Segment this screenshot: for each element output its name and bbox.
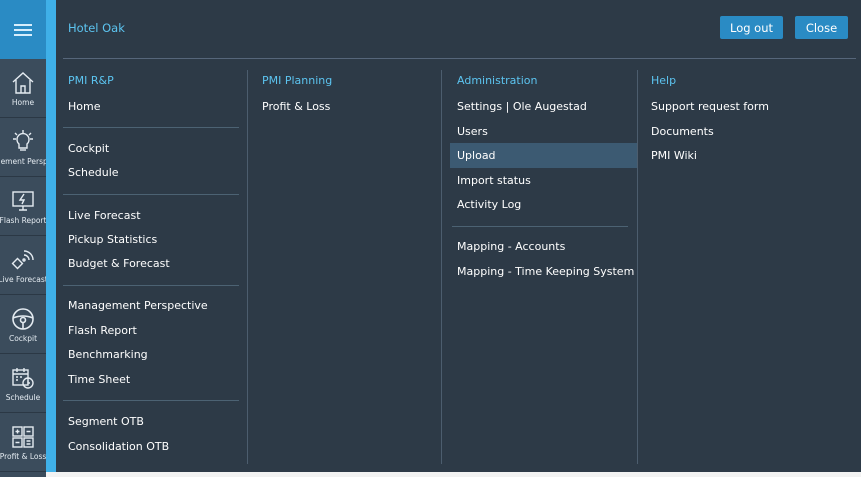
menu-column-administration: Administration Settings | Ole Augestad U… — [450, 60, 637, 464]
column-heading: PMI R&P — [68, 74, 114, 87]
steering-wheel-icon — [12, 307, 34, 330]
menu-item-schedule[interactable]: Schedule — [68, 160, 119, 185]
column-heading: Help — [651, 74, 677, 87]
menu-item-mapping-time-keeping[interactable]: Mapping - Time Keeping System — [457, 259, 634, 284]
column-heading: Administration — [457, 74, 538, 87]
sidebar-item-flash-report[interactable]: Flash Report — [0, 177, 46, 236]
group-divider — [63, 194, 239, 195]
menu-item-upload[interactable]: Upload — [450, 143, 637, 168]
menu-item-documents[interactable]: Documents — [651, 119, 714, 144]
lightbulb-icon — [13, 129, 33, 151]
menu-column-pmi-planning: PMI Planning Profit & Loss — [262, 60, 432, 464]
menu-item-profit-loss[interactable]: Profit & Loss — [262, 94, 330, 119]
live-forecast-icon — [11, 249, 34, 269]
menu-item-consolidation-otb[interactable]: Consolidation OTB — [68, 434, 169, 459]
menu-item-benchmarking[interactable]: Benchmarking — [68, 342, 148, 367]
sidebar-item-label: Flash Report — [0, 215, 46, 225]
column-divider — [637, 70, 638, 464]
sidebar-item-label: Live Forecast — [0, 274, 46, 284]
group-divider — [63, 127, 239, 128]
hamburger-icon — [14, 23, 32, 36]
group-divider — [63, 400, 239, 401]
flash-report-icon — [12, 190, 34, 211]
sidebar-item-profit-loss[interactable]: Profit & Loss — [0, 413, 46, 472]
menu-item-users[interactable]: Users — [457, 119, 488, 144]
menu-column-help: Help Support request form Documents PMI … — [651, 60, 851, 464]
menu-item-live-forecast[interactable]: Live Forecast — [68, 203, 141, 228]
menu-item-mapping-accounts[interactable]: Mapping - Accounts — [457, 234, 565, 259]
sidebar-item-label: Cockpit — [8, 333, 38, 343]
hamburger-menu-button[interactable] — [0, 0, 46, 59]
column-divider — [247, 70, 248, 464]
sidebar-item-home[interactable]: Home — [0, 59, 46, 118]
sidebar-item-management-perspective[interactable]: Management Perspective — [0, 118, 46, 177]
menu-item-settings[interactable]: Settings | Ole Augestad — [457, 94, 587, 119]
calendar-clock-icon — [12, 367, 34, 389]
sidebar-accent-bar — [46, 0, 56, 472]
column-divider — [441, 70, 442, 464]
sidebar-item-label: Management Perspective — [0, 156, 46, 166]
hotel-name: Hotel Oak — [68, 21, 125, 35]
menu-column-pmi-rp: PMI R&P Home Cockpit Schedule Live Forec… — [63, 60, 239, 464]
menu-item-management-perspective[interactable]: Management Perspective — [68, 293, 208, 318]
menu-item-cockpit[interactable]: Cockpit — [68, 136, 109, 161]
calculator-icon — [12, 425, 34, 448]
sidebar-item-live-forecast[interactable]: Live Forecast — [0, 236, 46, 295]
menu-item-segment-otb[interactable]: Segment OTB — [68, 409, 144, 434]
home-icon — [12, 71, 34, 94]
bottom-strip — [46, 472, 861, 477]
sidebar: Home Management Perspective Flash Report… — [0, 0, 46, 477]
sidebar-item-label: Schedule — [5, 392, 41, 402]
header-divider — [63, 58, 856, 59]
menu-item-budget-forecast[interactable]: Budget & Forecast — [68, 251, 170, 276]
column-heading: PMI Planning — [262, 74, 333, 87]
sidebar-item-cockpit[interactable]: Cockpit — [0, 295, 46, 354]
sidebar-item-schedule[interactable]: Schedule — [0, 354, 46, 413]
menu-item-home[interactable]: Home — [68, 94, 100, 119]
sidebar-item-label: Home — [11, 97, 35, 107]
close-button[interactable]: Close — [795, 16, 848, 39]
group-divider — [452, 226, 628, 227]
menu-item-support-request[interactable]: Support request form — [651, 94, 769, 119]
menu-item-time-sheet[interactable]: Time Sheet — [68, 367, 130, 392]
menu-item-flash-report[interactable]: Flash Report — [68, 318, 137, 343]
group-divider — [63, 285, 239, 286]
menu-item-activity-log[interactable]: Activity Log — [457, 192, 521, 217]
sidebar-item-label: Profit & Loss — [0, 451, 46, 461]
menu-item-pickup-statistics[interactable]: Pickup Statistics — [68, 227, 157, 252]
menu-item-import-status[interactable]: Import status — [457, 168, 531, 193]
menu-item-pmi-wiki[interactable]: PMI Wiki — [651, 143, 697, 168]
logout-button[interactable]: Log out — [720, 16, 783, 39]
